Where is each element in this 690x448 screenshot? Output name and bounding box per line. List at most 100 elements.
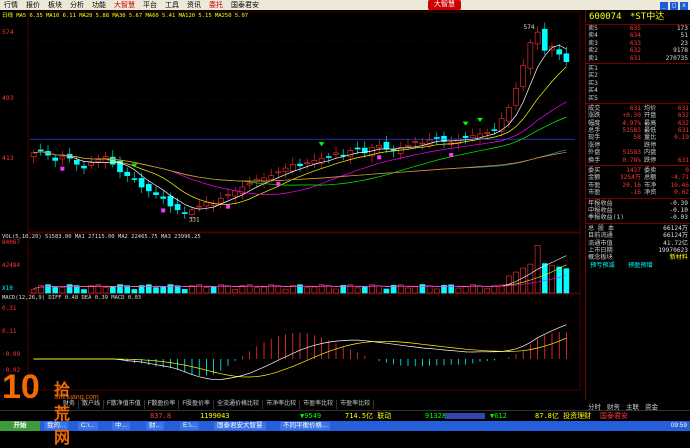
taskbar-item[interactable]: 国泰君安大智慧 [214, 422, 266, 430]
menu-item[interactable]: 功能 [88, 0, 110, 10]
menu-item[interactable]: 大智慧 [110, 0, 139, 10]
menu-item[interactable]: 报价 [22, 0, 44, 10]
candle-body [30, 152, 37, 157]
panel-frame [27, 231, 581, 294]
taskbar-item[interactable]: 中... [112, 422, 130, 430]
close-icon[interactable]: x [680, 2, 688, 10]
brand-logo: 大智慧 [428, 0, 461, 10]
menu-item[interactable]: 行情 [0, 0, 22, 10]
quote-cell: 卖2 [588, 47, 598, 55]
volume-bar [124, 285, 131, 294]
quote-cell: 1437 [626, 167, 641, 175]
price-axis-label: 493 [2, 94, 14, 102]
indicator-tab[interactable]: F股盈价率 [179, 400, 215, 409]
volume-bar [477, 285, 483, 294]
quote-cell: -0.10 [669, 206, 688, 214]
indicator-tab[interactable]: 市净率比较 [263, 400, 301, 409]
finance-row: 委买 1437 委卖 0 [586, 167, 690, 174]
taskbar-item[interactable]: 不同平衡价格... [280, 422, 331, 430]
divider [586, 62, 690, 64]
volume-ma-line [33, 255, 567, 289]
volume-bar [131, 289, 138, 294]
finance-row: 金额 3254万 总额 -4.71 [586, 174, 690, 181]
chart-area[interactable]: 日线 MA5 6.35 MA10 6.11 MA20 5.88 MA30 5.6… [0, 10, 585, 400]
start-button[interactable]: 开始 [0, 421, 40, 431]
taskbar-item[interactable]: C:\... [78, 422, 98, 430]
volume-bar [275, 285, 282, 294]
minimize-icon[interactable]: _ [660, 2, 668, 10]
quote-cell: 幅度 [588, 119, 601, 127]
volume-bar [253, 287, 260, 294]
indicator-tab[interactable]: 市盈率比较 [300, 400, 338, 409]
indicator-tab[interactable]: F散盈价率 [145, 400, 180, 409]
quote-cell: 20.16 [622, 181, 641, 189]
candle-body [325, 156, 332, 158]
macd-axis-label: 0.11 [2, 328, 17, 335]
candle-body [73, 160, 80, 165]
forecast-link[interactable]: 预盈预增 [628, 262, 653, 269]
low-label: 331 [189, 216, 200, 223]
candle-body [462, 135, 469, 138]
volume-bar [563, 268, 570, 294]
volume-bar [261, 286, 267, 294]
menu-item[interactable]: 板块 [44, 0, 66, 10]
quote-cell: 66124万 [663, 232, 688, 240]
candle-body [174, 204, 181, 211]
sell-row: 卖3 633 23 [586, 40, 690, 47]
forecast-link[interactable]: 预亏预减 [590, 262, 615, 269]
candle-body [124, 171, 131, 176]
ma-legend: 日线 MA5 6.35 MA10 6.11 MA20 5.88 MA30 5.6… [2, 11, 248, 19]
taskbar-item[interactable]: E:\... [180, 422, 200, 430]
indicator-tabs: 财务 散户线 F散净值市值 F散盈价率 F股盈价率 全流通价格比较 市净率比较 市盈率比较 市盈… [60, 400, 375, 410]
candle-body [347, 150, 354, 158]
signal-marker-icon [161, 208, 166, 213]
menu-item[interactable]: 国泰君安 [227, 0, 263, 10]
quote-cell: 632 [677, 112, 689, 120]
volume-bar [325, 285, 332, 294]
quote-cell: 41.72亿 [663, 239, 688, 247]
ma-line [33, 116, 567, 186]
candle-body [261, 177, 267, 183]
menu-item[interactable]: 平台 [139, 0, 161, 10]
menu-bar: 行情 报价 板块 分析 功能 大智慧 平台 工具 资讯 委托 国泰君安 [0, 0, 690, 10]
volume-bar [361, 286, 368, 294]
stock-header: 600074 *ST中达 [586, 10, 690, 25]
eps-row: 季报收益(1) -0.03 [586, 214, 690, 221]
taskbar-item[interactable]: 财... [146, 422, 164, 430]
candle-body [181, 212, 188, 214]
stat-row: 涨跌 ↑0.30 开盘 632 [586, 112, 690, 119]
quote-cell: 10.46 [670, 181, 689, 189]
candle-body [232, 190, 239, 197]
quote-cell: 概念板块 [588, 254, 613, 262]
quote-cell: 631 [677, 104, 689, 112]
volume-bar [174, 285, 181, 294]
candle-body [203, 201, 210, 207]
quote-cell: 净资 [644, 189, 657, 197]
kline-chart[interactable]: 日线 MA5 6.35 MA10 6.11 MA20 5.88 MA30 5.6… [0, 10, 585, 400]
indicator-tab[interactable]: 市盈率比较 [337, 400, 375, 409]
candle-body [196, 205, 203, 208]
signal-arrow-icon [477, 117, 483, 122]
maximize-icon[interactable]: □ [670, 2, 678, 10]
menu-item[interactable]: 委托 [205, 0, 227, 10]
candle-body [189, 209, 195, 215]
sell-row: 卖2 632 9178 [586, 47, 690, 54]
quote-cell: 量比 [644, 134, 657, 142]
stat-row: 换手 0.78% 跌停 631 [586, 157, 690, 164]
stock-name: *ST中达 [629, 12, 665, 22]
menu-item[interactable]: 分析 [66, 0, 88, 10]
volume-bar [333, 288, 339, 294]
quote-cell: 634 [629, 32, 641, 40]
indicator-tab[interactable]: F散净值市值 [104, 400, 145, 409]
quote-cell: 卖4 [588, 32, 598, 40]
macd-axis-label: -0.09 [2, 351, 20, 358]
candle-body [534, 31, 541, 45]
indicator-tab[interactable]: 散户线 [79, 400, 105, 409]
ticker-item: 714.5亿 联动 [345, 412, 392, 420]
volume-bar [109, 286, 116, 294]
candle-body [433, 137, 440, 139]
indicator-tab[interactable]: 全流通价格比较 [214, 400, 264, 409]
menu-item[interactable]: 工具 [161, 0, 183, 10]
divider [586, 222, 690, 224]
menu-item[interactable]: 资讯 [183, 0, 205, 10]
